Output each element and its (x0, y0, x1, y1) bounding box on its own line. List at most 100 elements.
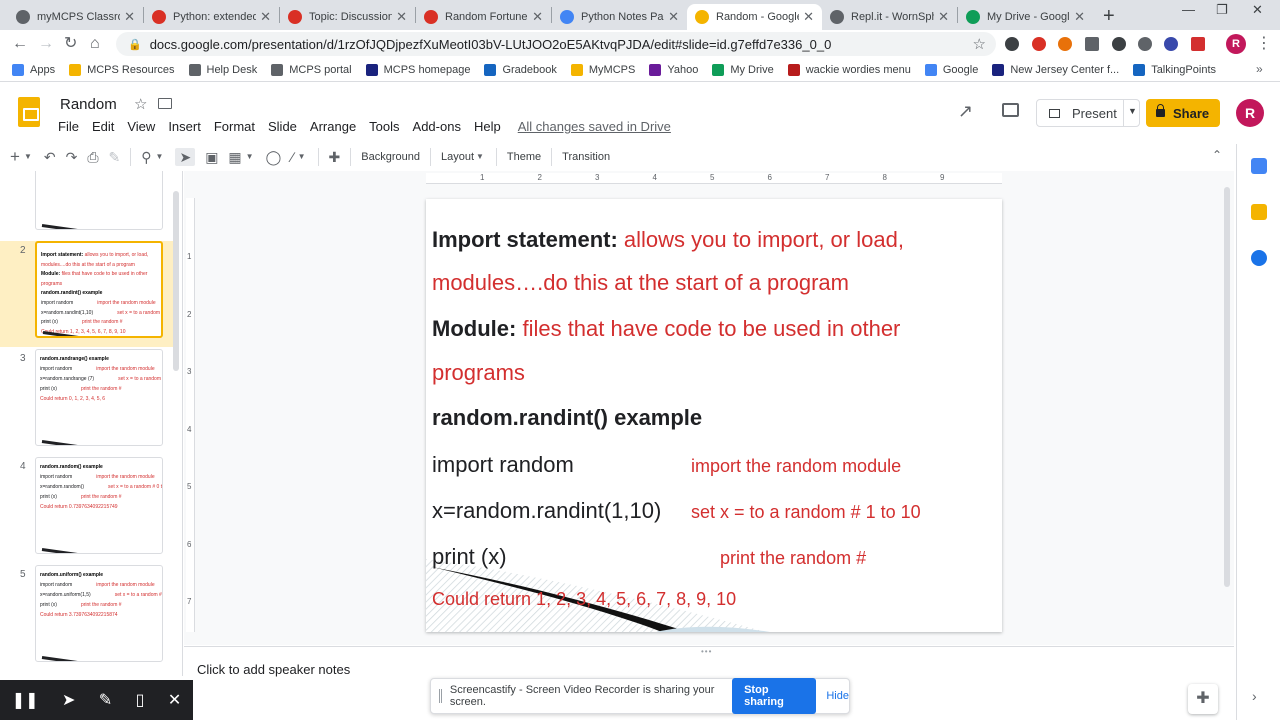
calendar-icon[interactable] (1251, 158, 1267, 174)
move-folder-icon[interactable] (158, 98, 172, 109)
browser-tab[interactable]: Python Notes Pack ✕ (552, 4, 687, 30)
notes-resize-handle[interactable]: ••• (701, 647, 712, 656)
bookmark-item[interactable]: My Drive (712, 63, 774, 76)
browser-tab[interactable]: Topic: Discussion fo✕ (280, 4, 415, 30)
account-avatar[interactable]: R (1236, 99, 1264, 127)
eraser-icon[interactable]: ▯ (136, 690, 145, 710)
slide-thumbnail-row[interactable]: 4 random.random() example import random imp… (0, 457, 176, 563)
pause-icon[interactable]: ❚❚ (12, 690, 39, 710)
browser-tab[interactable]: Repl.it - WornSphe ✕ (822, 4, 957, 30)
slide-thumbnail[interactable]: random.random() example import random impo… (35, 457, 163, 554)
extension-record-icon[interactable] (1058, 37, 1072, 51)
slide-thumbnail-row[interactable]: 3 random.randrange() example import random… (0, 349, 176, 455)
browser-tab[interactable]: Python: extended ✕ (144, 4, 279, 30)
activity-trend-icon[interactable]: ↗ (958, 101, 973, 122)
shape-icon[interactable]: ◯ (266, 149, 282, 165)
menu-tools[interactable]: Tools (369, 119, 399, 134)
extension-puzzle-icon[interactable] (1085, 37, 1099, 51)
new-slide-icon[interactable]: + (10, 148, 20, 165)
tasks-icon[interactable] (1251, 250, 1267, 266)
bookmark-item[interactable]: MyMCPS (570, 63, 635, 76)
undo-icon[interactable]: ↶ (44, 149, 56, 165)
present-dropdown-icon[interactable]: ▼ (1128, 106, 1137, 116)
extension-gear-icon[interactable] (1138, 37, 1152, 51)
bookmark-item[interactable]: New Jersey Center f... (992, 63, 1119, 76)
show-side-panel-icon[interactable]: › (1252, 688, 1257, 704)
home-icon[interactable]: ⌂ (90, 35, 100, 53)
extension-shield-icon[interactable] (1005, 37, 1019, 51)
transition-button[interactable]: Transition (562, 151, 610, 163)
select-cursor-icon[interactable]: ➤ (175, 148, 196, 166)
slide-thumbnail[interactable] (35, 171, 163, 230)
reload-icon[interactable]: ↻ (64, 35, 77, 53)
save-status[interactable]: All changes saved in Drive (518, 119, 671, 134)
canvas-scrollbar[interactable] (1224, 187, 1230, 587)
zoom-icon[interactable]: ⚲ (141, 149, 151, 165)
tab-close-icon[interactable]: ✕ (396, 9, 407, 25)
tab-close-icon[interactable]: ✕ (938, 9, 949, 25)
redo-icon[interactable]: ↷ (66, 149, 78, 165)
keep-icon[interactable] (1251, 204, 1267, 220)
slide-thumbnail[interactable]: Import statement: allows you to import, … (35, 241, 163, 338)
slides-logo-icon[interactable] (18, 97, 40, 127)
bookmark-item[interactable]: Help Desk (188, 63, 257, 76)
bookmark-item[interactable]: Google (924, 63, 978, 76)
browser-tab[interactable]: My Drive - Google ✕ (958, 4, 1093, 30)
close-icon[interactable]: ✕ (168, 690, 181, 710)
pen-icon[interactable]: ✎ (99, 690, 112, 710)
cursor-icon[interactable]: ➤ (62, 690, 75, 710)
menu-slide[interactable]: Slide (268, 119, 297, 134)
present-button[interactable]: Present ▼ (1036, 99, 1140, 127)
slide-thumbnail-row[interactable]: 5 random.uniform() example import random im… (0, 565, 176, 671)
add-comment-icon[interactable]: ✚ (329, 149, 341, 165)
new-slide-dropdown-icon[interactable]: ▼ (24, 149, 32, 165)
tab-close-icon[interactable]: ✕ (803, 9, 814, 25)
slide-thumbnail[interactable]: random.randrange() example import random i… (35, 349, 163, 446)
comment-icon[interactable] (1002, 103, 1019, 117)
new-tab-icon[interactable]: + (1103, 4, 1115, 30)
extension-pocket-icon[interactable] (1191, 37, 1205, 51)
collapse-menus-icon[interactable]: ⌃ (1212, 148, 1222, 162)
bookmark-item[interactable]: Apps (12, 63, 55, 76)
extension-red-icon[interactable] (1032, 37, 1046, 51)
current-slide[interactable]: Import statement: allows you to import, … (426, 199, 1002, 632)
theme-button[interactable]: Theme (507, 151, 541, 163)
menu-file[interactable]: File (58, 119, 79, 134)
menu-edit[interactable]: Edit (92, 119, 114, 134)
menu-arrange[interactable]: Arrange (310, 119, 356, 134)
tab-close-icon[interactable]: ✕ (532, 9, 543, 25)
browser-profile-avatar[interactable]: R (1226, 34, 1246, 54)
bookmarks-overflow-icon[interactable]: » (1256, 62, 1263, 76)
star-icon[interactable]: ☆ (134, 95, 147, 113)
slide-thumbnail[interactable]: random.uniform() example import random imp… (35, 565, 163, 662)
close-window-icon[interactable]: ✕ (1252, 2, 1263, 18)
line-dropdown-icon[interactable]: ▼ (298, 149, 306, 165)
tab-close-icon[interactable]: ✕ (1074, 9, 1085, 25)
tab-close-icon[interactable]: ✕ (668, 9, 679, 25)
paint-format-icon[interactable]: ✎ (109, 149, 121, 165)
bookmark-item[interactable]: TalkingPoints (1133, 63, 1216, 76)
document-title[interactable]: Random (60, 96, 117, 113)
tab-close-icon[interactable]: ✕ (260, 9, 271, 25)
browser-tab[interactable]: Random Fortune C ✕ (416, 4, 551, 30)
back-arrow-icon[interactable]: ← (12, 35, 28, 53)
layout-dropdown-icon[interactable]: ▼ (476, 149, 484, 165)
minimize-window-icon[interactable]: — (1182, 2, 1195, 17)
layout-button[interactable]: Layout (441, 151, 474, 163)
forward-arrow-icon[interactable]: → (38, 35, 54, 53)
zoom-dropdown-icon[interactable]: ▼ (156, 149, 164, 165)
drag-handle[interactable] (439, 689, 442, 703)
bookmark-item[interactable]: wackie wordies menu (787, 63, 911, 76)
explore-icon[interactable]: ✚ (1188, 684, 1218, 714)
menu-view[interactable]: View (127, 119, 155, 134)
extension-shield-2-icon[interactable] (1112, 37, 1126, 51)
menu-addons[interactable]: Add-ons (413, 119, 461, 134)
maximize-window-icon[interactable]: ❐ (1216, 2, 1228, 18)
browser-menu-icon[interactable]: ⋮ (1256, 35, 1272, 53)
hide-button[interactable]: Hide (826, 690, 849, 702)
filmstrip-scrollbar[interactable] (173, 191, 179, 371)
slide-thumbnail-row[interactable] (0, 171, 176, 239)
bookmark-item[interactable]: MCPS homepage (365, 63, 470, 76)
browser-tab[interactable]: Random - Google ✕ (687, 4, 822, 30)
bookmark-item[interactable]: Gradebook (484, 63, 557, 76)
